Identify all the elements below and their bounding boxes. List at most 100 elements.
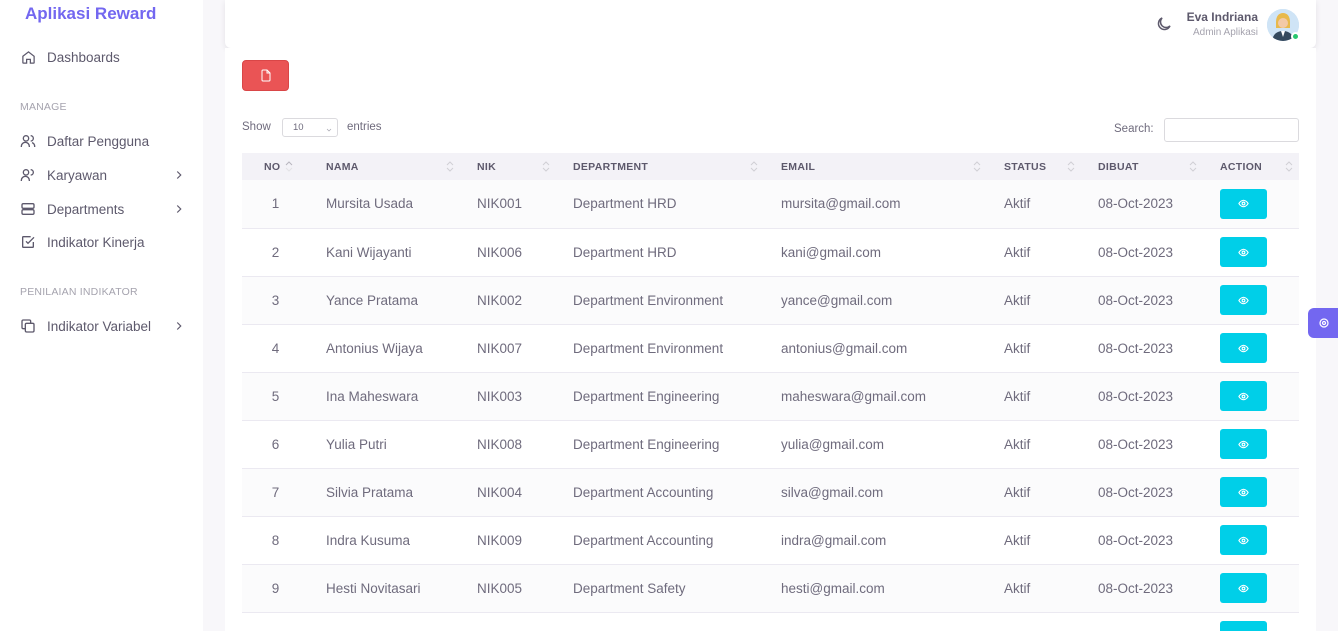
- cell-department: Department Environment: [573, 292, 724, 308]
- view-detail-button[interactable]: [1220, 381, 1267, 411]
- cell-action: [1203, 468, 1299, 516]
- view-detail-button[interactable]: [1220, 429, 1267, 459]
- sort-icon: [446, 161, 454, 172]
- chevron-right-icon: [176, 171, 182, 179]
- cell-no: 4: [271, 340, 280, 356]
- cell-nama: [309, 612, 460, 631]
- view-detail-button[interactable]: [1220, 525, 1267, 555]
- cell-status: Aktif: [1004, 580, 1031, 596]
- view-detail-button[interactable]: [1220, 573, 1267, 603]
- cell-action: [1203, 516, 1299, 564]
- cell-nik: NIK008: [477, 436, 523, 452]
- cell-department: Department Engineering: [573, 388, 720, 404]
- column-header-email[interactable]: EMAIL: [764, 153, 987, 180]
- cell-nama: Kani Wijayanti: [326, 244, 412, 260]
- column-header-action[interactable]: ACTION: [1203, 153, 1299, 180]
- cell-no: 8: [271, 532, 280, 548]
- column-header-no[interactable]: NO: [242, 153, 309, 180]
- table-row: 9 Hesti Novitasari NIK005 Department Safety…: [242, 564, 1299, 612]
- users-icon: [20, 133, 36, 149]
- sidebar-item-indikator-kinerja[interactable]: Indikator Kinerja: [20, 230, 190, 254]
- cell-email: yulia@gmail.com: [781, 436, 884, 452]
- eye-icon: [1238, 199, 1249, 208]
- user-name: Eva Indriana: [1186, 10, 1258, 24]
- cell-dibuat: [1081, 612, 1203, 631]
- view-detail-button[interactable]: [1220, 237, 1267, 267]
- cell-status: Aktif: [1004, 436, 1031, 452]
- cell-dibuat: 08-Oct-2023: [1098, 532, 1174, 548]
- sidebar-item-label: Departments: [47, 201, 125, 217]
- cell-email: indra@gmail.com: [781, 532, 887, 548]
- cell-dibuat: 08-Oct-2023: [1098, 196, 1174, 212]
- view-detail-button[interactable]: [1220, 477, 1267, 507]
- theme-customizer-button[interactable]: [1308, 308, 1338, 338]
- moon-icon[interactable]: [1155, 15, 1173, 33]
- eye-icon: [1238, 344, 1249, 352]
- cell-email: kani@gmail.com: [781, 244, 881, 260]
- cell-nik: NIK006: [477, 244, 523, 260]
- column-header-department[interactable]: DEPARTMENT: [556, 153, 764, 180]
- cell-email: maheswara@gmail.com: [781, 388, 926, 404]
- cell-no: 7: [271, 484, 280, 500]
- cell-department: Department Accounting: [573, 532, 714, 548]
- cell-dibuat: 08-Oct-2023: [1098, 388, 1174, 404]
- sidebar-item-indikator-variabel[interactable]: Indikator Variabel: [20, 314, 190, 338]
- eye-icon: [1238, 248, 1249, 256]
- column-header-status[interactable]: STATUS: [987, 153, 1081, 180]
- cell-no: 6: [271, 436, 280, 452]
- menu-header-penilaian: PENILAIAN INDIKATOR: [20, 286, 138, 298]
- cell-nama: Hesti Novitasari: [326, 580, 421, 596]
- table-row: 5 Ina Maheswara NIK003 Department Engineeri…: [242, 372, 1299, 420]
- cell-status: Aktif: [1004, 484, 1031, 500]
- cell-department: Department Accounting: [573, 484, 714, 500]
- cell-dibuat: 08-Oct-2023: [1098, 340, 1174, 356]
- chevron-right-icon: [176, 322, 182, 330]
- export-pdf-button[interactable]: [242, 60, 289, 91]
- cell-action: [1203, 372, 1299, 420]
- table-row: 3 Yance Pratama NIK002 Department Environme…: [242, 276, 1299, 324]
- column-header-nik[interactable]: NIK: [460, 153, 556, 180]
- search-input[interactable]: [1164, 118, 1299, 142]
- sidebar-item-label: Indikator Variabel: [47, 318, 152, 334]
- cell-no: [242, 612, 309, 631]
- app-brand[interactable]: Aplikasi Reward: [25, 4, 156, 24]
- column-header-nama[interactable]: NAMA: [309, 153, 460, 180]
- page-length-value: 10: [293, 122, 304, 133]
- view-detail-button[interactable]: [1220, 188, 1267, 219]
- top-navbar: Eva Indriana Admin Aplikasi: [225, 0, 1316, 48]
- table-row: 8 Indra Kusuma NIK009 Department Accounting…: [242, 516, 1299, 564]
- table-row: 4 Antonius Wijaya NIK007 Department Environ…: [242, 324, 1299, 372]
- sort-icon: [973, 161, 981, 172]
- cell-action: [1203, 228, 1299, 276]
- cell-status: Aktif: [1004, 388, 1031, 404]
- online-status-dot: [1291, 32, 1300, 41]
- column-header-dibuat[interactable]: DIBUAT: [1081, 153, 1203, 180]
- page-length-select[interactable]: 10: [282, 118, 338, 137]
- sidebar-item-departments[interactable]: Departments: [20, 197, 190, 221]
- pdf-file-icon: [261, 69, 270, 82]
- cell-action: [1203, 324, 1299, 372]
- cell-no: 1: [271, 196, 280, 212]
- chevron-right-icon: [176, 205, 182, 213]
- cell-email: yance@gmail.com: [781, 292, 893, 308]
- view-detail-button[interactable]: [1220, 285, 1267, 315]
- view-detail-button[interactable]: [1220, 621, 1267, 631]
- table-row: 1 Mursita Usada NIK001 Department HRD mursit…: [242, 180, 1299, 228]
- sidebar-item-karyawan[interactable]: Karyawan: [20, 163, 190, 187]
- cell-status: Aktif: [1004, 292, 1031, 308]
- cell-dibuat: 08-Oct-2023: [1098, 292, 1174, 308]
- view-detail-button[interactable]: [1220, 333, 1267, 363]
- cell-nama: Ina Maheswara: [326, 388, 419, 404]
- sidebar-item-daftar-pengguna[interactable]: Daftar Pengguna: [20, 129, 190, 153]
- cell-dibuat: 08-Oct-2023: [1098, 436, 1174, 452]
- sort-icon: [750, 161, 758, 172]
- table-header-row: NO NAMA NIK DEPARTMENT EMAIL STATUS DIBU…: [242, 153, 1299, 180]
- user-icon: [20, 167, 36, 183]
- cell-nama: Silvia Pratama: [326, 484, 414, 500]
- cell-action: [1203, 612, 1299, 631]
- table-row: 2 Kani Wijayanti NIK006 Department HRD kani@…: [242, 228, 1299, 276]
- sidebar-item-dashboards[interactable]: Dashboards: [20, 45, 190, 69]
- cell-nama: Yulia Putri: [326, 436, 387, 452]
- user-role: Admin Aplikasi: [1192, 27, 1258, 38]
- server-icon: [20, 201, 36, 217]
